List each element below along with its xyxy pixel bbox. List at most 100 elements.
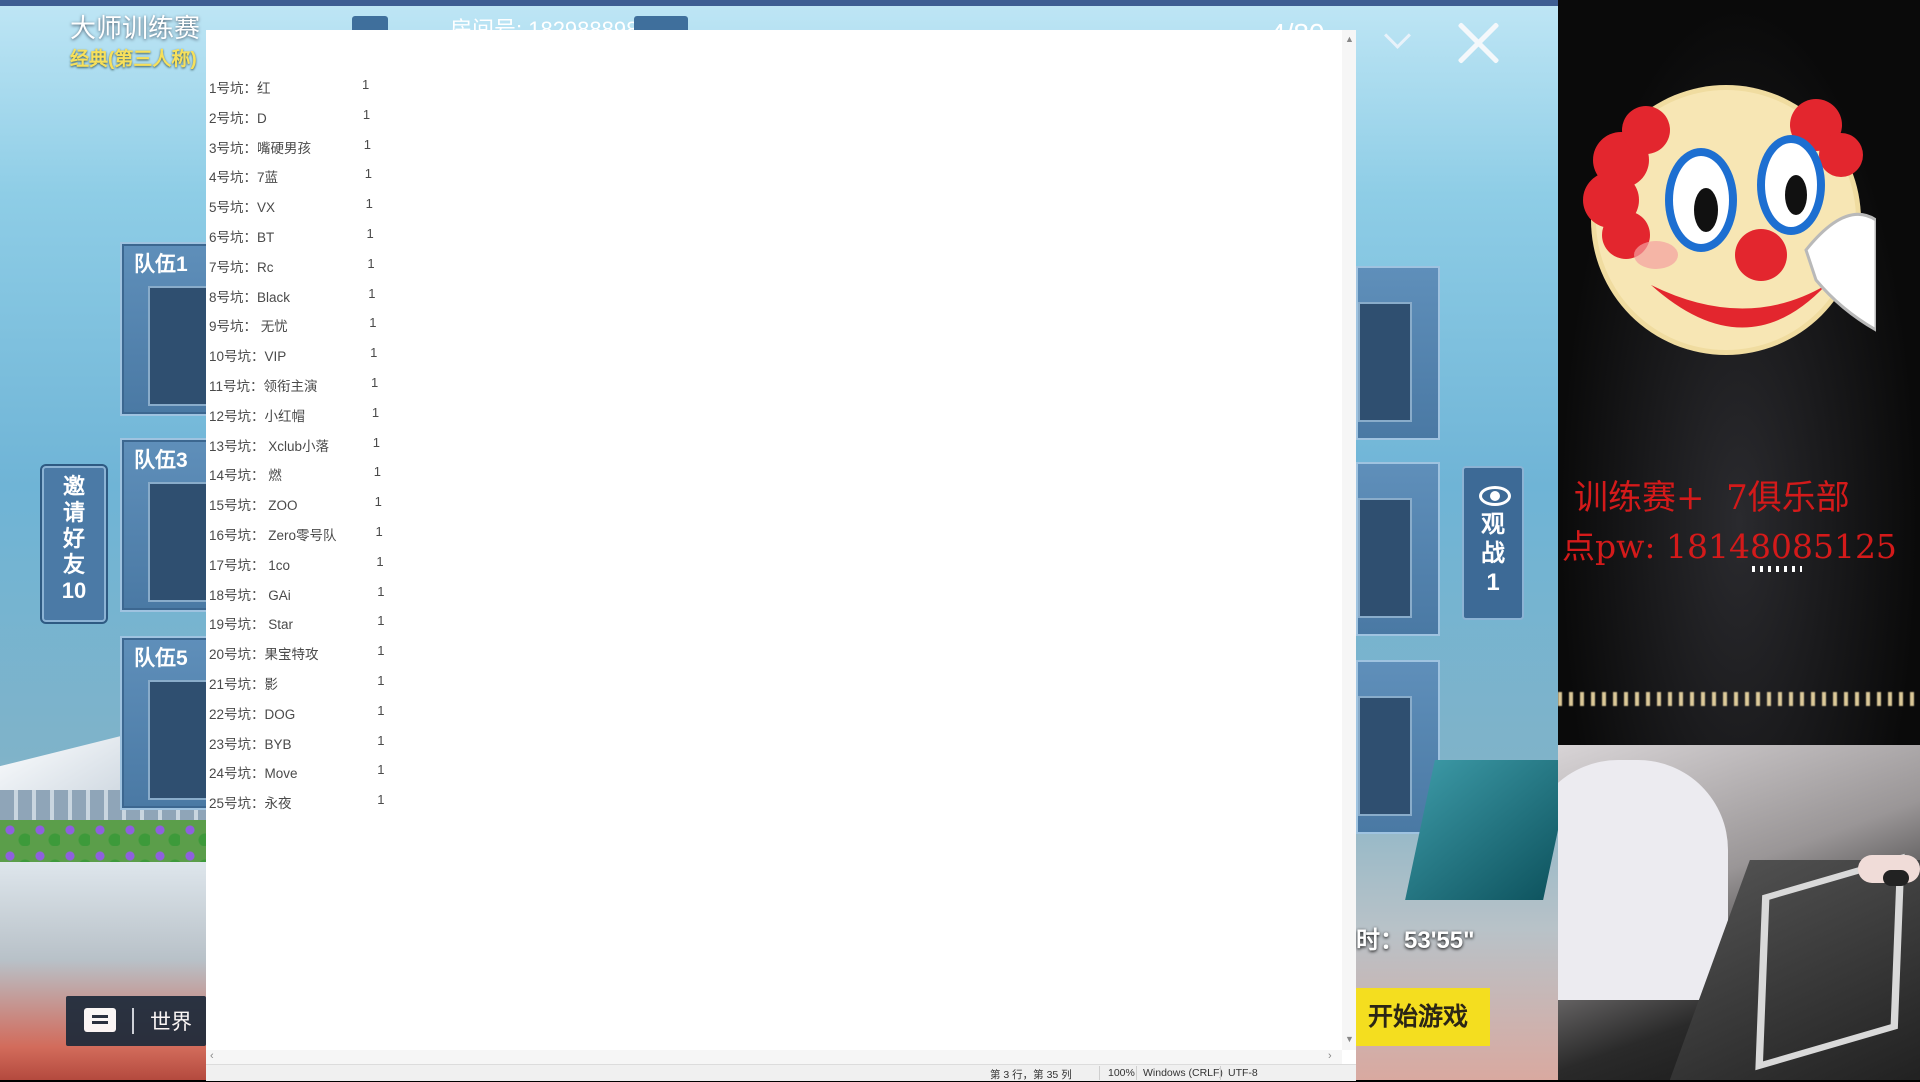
text-line[interactable]: 12号坑：小红帽 1	[209, 405, 379, 425]
invite-char: 请	[62, 500, 85, 525]
line-label: 17号坑： 1co	[209, 557, 291, 573]
line-count: 1	[367, 255, 375, 271]
invite-char: 友	[62, 552, 85, 577]
lobby-ground	[0, 862, 210, 1080]
match-title: 大师训练赛	[70, 13, 201, 43]
scroll-up-icon[interactable]: ▲	[1345, 34, 1354, 44]
status-bar: 第 3 行，第 35 列 100% Windows (CRLF) UTF-8	[206, 1064, 1356, 1081]
spectate-count: 1	[1486, 569, 1500, 596]
text-line[interactable]: 7号坑：Rc 1	[209, 256, 375, 276]
invite-char: 邀	[62, 474, 85, 499]
team-slot-1[interactable]: 队伍1	[120, 242, 218, 416]
line-count: 1	[377, 583, 385, 599]
text-line[interactable]: 19号坑： Star 1	[209, 613, 385, 633]
line-label: 1号坑：红	[209, 81, 271, 96]
line-label: 10号坑：VIP	[209, 349, 287, 365]
text-line[interactable]: 5号坑：VX 1	[209, 196, 373, 216]
horizontal-scrollbar[interactable]: ‹ ›	[206, 1050, 1342, 1064]
line-count: 1	[377, 792, 385, 808]
team-slot-5[interactable]: 队伍5	[120, 636, 218, 810]
line-label: 15号坑： ZOO	[209, 498, 298, 514]
start-game-button[interactable]: 开始游戏	[1356, 988, 1490, 1046]
team-slot-4[interactable]	[1356, 462, 1440, 636]
text-line[interactable]: 25号坑：永夜 1	[209, 792, 385, 812]
text-line[interactable]: 8号坑：Black 1	[209, 286, 376, 306]
line-count: 1	[363, 136, 372, 152]
top-edge-bar	[0, 0, 1558, 6]
scroll-down-icon[interactable]: ▼	[1345, 1034, 1354, 1044]
line-count: 1	[377, 613, 385, 629]
line-label: 14号坑： 燃	[209, 468, 282, 484]
text-line[interactable]: 24号坑：Move 1	[209, 762, 385, 782]
text-line[interactable]: 10号坑：VIP 1	[209, 345, 377, 365]
encoding: UTF-8	[1228, 1067, 1258, 1079]
line-label: 8号坑：Black	[209, 289, 291, 305]
line-label: 7号坑：Rc	[209, 259, 274, 275]
text-line[interactable]: 14号坑： 燃 1	[209, 464, 381, 484]
player-slot[interactable]	[1358, 498, 1412, 618]
line-count: 1	[366, 226, 374, 241]
spectate-button[interactable]: 观 战 1	[1462, 466, 1524, 620]
spectate-char: 战	[1481, 540, 1505, 567]
line-count: 1	[370, 345, 378, 361]
text-line[interactable]: 6号坑：BT 1	[209, 226, 374, 246]
text-line[interactable]: 4号坑：7蓝 1	[209, 166, 372, 186]
text-line[interactable]: 20号坑：果宝特攻 1	[209, 643, 385, 663]
line-label: 13号坑： Xclub小落	[209, 438, 330, 454]
eye-icon	[1479, 486, 1511, 506]
invite-char: 好	[62, 526, 85, 551]
line-label: 19号坑： Star	[209, 617, 294, 633]
line-count: 1	[371, 404, 380, 420]
team-label: 队伍1	[134, 253, 188, 276]
line-count: 1	[369, 315, 377, 331]
text-line[interactable]: 13号坑： Xclub小落 1	[209, 435, 380, 455]
team-slot-2[interactable]	[1356, 266, 1440, 440]
line-count: 1	[371, 375, 379, 390]
scroll-right-icon[interactable]: ›	[1328, 1050, 1332, 1062]
line-count: 1	[377, 643, 385, 659]
match-mode: 经典(第三人称)	[70, 49, 197, 70]
invite-count: 10	[61, 578, 87, 603]
vertical-scrollbar[interactable]: ▲ ▼	[1342, 30, 1356, 1050]
led-strip	[1558, 692, 1920, 706]
chat-icon[interactable]	[84, 1008, 116, 1032]
line-count: 1	[377, 673, 385, 688]
streamer-figure	[1558, 760, 1728, 1000]
text-line[interactable]: 3号坑：嘴硬男孩 1	[209, 137, 371, 157]
chevron-down-icon[interactable]	[1384, 22, 1411, 49]
chat-bar[interactable]: 世界	[66, 996, 206, 1046]
text-line[interactable]: 2号坑：D 1	[209, 107, 370, 127]
invite-friends-button[interactable]: 邀 请 好 友 10	[42, 466, 106, 622]
text-line[interactable]: 17号坑： 1co 1	[209, 554, 384, 574]
divider	[1099, 1066, 1100, 1080]
line-label: 2号坑：D	[209, 110, 267, 126]
scroll-left-icon[interactable]: ‹	[210, 1050, 214, 1062]
text-line[interactable]: 16号坑： Zero零号队 1	[209, 524, 383, 544]
match-timer: 时：53'55"	[1356, 927, 1475, 954]
text-line[interactable]: 18号坑： GAi 1	[209, 584, 385, 604]
line-label: 16号坑： Zero零号队	[209, 528, 337, 543]
text-line[interactable]: 15号坑： ZOO 1	[209, 494, 382, 514]
line-count: 1	[373, 464, 381, 480]
line-label: 24号坑：Move	[209, 766, 298, 782]
close-icon[interactable]	[1455, 20, 1501, 66]
line-count: 1	[375, 524, 383, 539]
flower-bed	[0, 820, 210, 862]
text-line[interactable]: 9号坑： 无忧 1	[209, 315, 376, 335]
text-line[interactable]: 22号坑：DOG 1	[209, 703, 385, 723]
chat-channel[interactable]: 世界	[150, 1006, 192, 1036]
text-line[interactable]: 21号坑：影 1	[209, 673, 385, 693]
notepad-window[interactable]: 1号坑：红 1 2号坑：D 1 3号坑：嘴硬男孩 1 4号坑：7蓝 1 5号坑：VX 1 6号坑：B…	[206, 30, 1356, 1081]
line-label: 21号坑：影	[209, 677, 279, 692]
team-slot-3[interactable]: 队伍3	[120, 438, 218, 612]
line-count: 1	[362, 77, 370, 92]
stream-panel: 训练赛+ 7俱乐部 点pw: 18148085125	[1558, 0, 1920, 1080]
text-line[interactable]: 11号坑：领衔主演 1	[209, 375, 378, 395]
player-slot[interactable]	[1358, 302, 1412, 422]
divider	[1136, 1066, 1137, 1080]
line-label: 6号坑：BT	[209, 230, 275, 245]
line-count: 1	[377, 762, 385, 778]
player-slot[interactable]	[1358, 696, 1412, 816]
text-line[interactable]: 23号坑：BYB 1	[209, 733, 385, 753]
text-line[interactable]: 1号坑：红 1	[209, 77, 369, 97]
